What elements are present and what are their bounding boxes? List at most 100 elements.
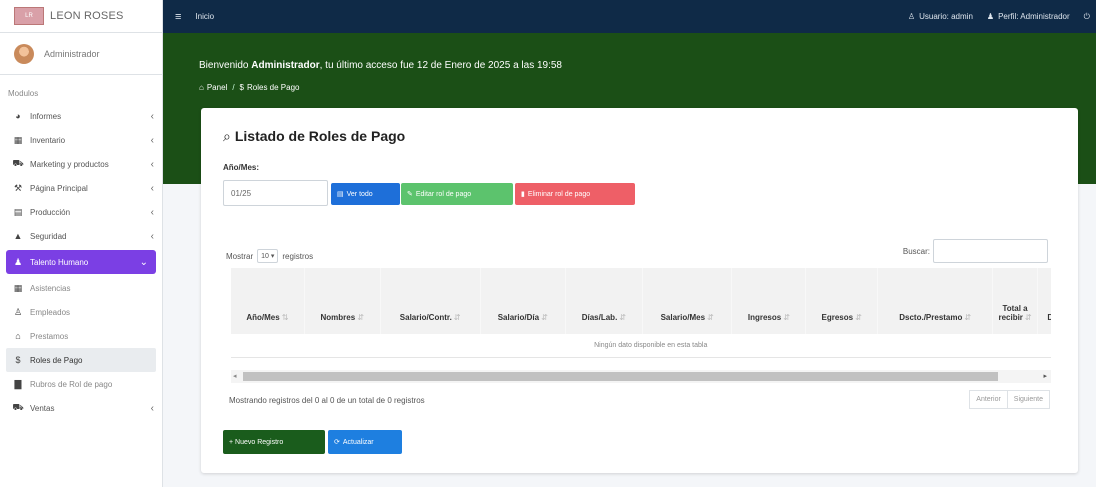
lock-icon: ▲: [13, 231, 23, 241]
page-length-value: 10: [261, 252, 269, 260]
table-header-row: Año/Mes ⇅ Nombres ⇵ Salario/Contr. ⇵ Salario/D…: [231, 268, 1051, 334]
sidebar-item-asistencias[interactable]: ▦ Asistencias: [0, 276, 162, 300]
sidebar-item-empleados[interactable]: ♙ Empleados: [0, 300, 162, 324]
sidebar-item-label: Talento Humano: [30, 257, 89, 267]
sidebar-item-producci-n[interactable]: ▤ Producción ‹: [0, 200, 162, 224]
breadcrumb-home[interactable]: Panel: [207, 83, 227, 92]
scroll-thumb[interactable]: [243, 372, 998, 381]
home-icon: ⌂: [199, 83, 204, 92]
brand[interactable]: LR LEON ROSES: [0, 0, 162, 33]
grid-icon: ▦: [13, 282, 23, 293]
welcome-message: Bienvenido Administrador, tu último acce…: [199, 60, 562, 71]
column-header-label: Det: [1047, 313, 1051, 322]
users-icon: ♟: [986, 12, 995, 21]
breadcrumb: ⌂ Panel / $ Roles de Pago: [199, 83, 299, 92]
column-header-label: Salario/Día: [497, 313, 540, 322]
horizontal-scrollbar[interactable]: ◂ ▸: [231, 370, 1051, 383]
sidebar-item-roles-de-pago[interactable]: $ Roles de Pago: [6, 348, 156, 372]
sidebar-item-rubros-de-rol-de-pago[interactable]: ▇ Rubros de Rol de pago: [0, 372, 162, 396]
column-header-label: Salario/Contr.: [399, 313, 452, 322]
table-info: Mostrando registros del 0 al 0 de un tot…: [229, 396, 425, 405]
column-header[interactable]: Nombres ⇵: [304, 268, 381, 334]
brand-logo: LR: [14, 7, 44, 25]
column-header[interactable]: Dscto./Prestamo ⇵: [877, 268, 994, 334]
refresh-button[interactable]: ⟳ Actualizar: [328, 430, 402, 454]
profile-link-label: Perfil: Administrador: [998, 12, 1070, 21]
user-icon: ♙: [907, 12, 916, 21]
sidebar-item-label: Roles de Pago: [30, 355, 83, 365]
sidebar: LR LEON ROSES Administrador Modulos ◕ Inf…: [0, 0, 163, 487]
length-control: Mostrar 10 ▾ registros: [226, 249, 313, 263]
sidebar-item-talento-humano[interactable]: ♟ Talento Humano ⌄: [6, 250, 156, 274]
refresh-icon: ⟳: [334, 439, 340, 446]
column-header-label: Total a recibir: [998, 304, 1028, 322]
topbar: ≡ Inicio ♙ Usuario: admin ♟ Perfil: Admini…: [163, 0, 1096, 33]
new-record-button[interactable]: + Nuevo Registro: [223, 430, 325, 454]
column-header[interactable]: Salario/Día ⇵: [480, 268, 566, 334]
sidebar-item-label: Prestamos: [30, 331, 69, 341]
chart-icon: ◕: [15, 111, 21, 121]
cart-icon: ⛟: [12, 158, 24, 168]
delete-payroll-button[interactable]: ▮ Eliminar rol de pago: [515, 183, 635, 205]
breadcrumb-separator: /: [232, 83, 235, 92]
column-header-label: Días/Lab.: [581, 313, 618, 322]
sidebar-item-seguridad[interactable]: ▲ Seguridad ‹: [0, 224, 162, 248]
user-name: Administrador: [44, 48, 100, 59]
chevron-icon: ‹: [150, 110, 154, 122]
sitemap-icon: ⚒: [13, 182, 23, 193]
page-title-text: Listado de Roles de Pago: [234, 128, 406, 144]
user-link-label: Usuario: admin: [919, 12, 973, 21]
edit-payroll-label: Editar rol de pago: [415, 190, 472, 198]
refresh-label: Actualizar: [342, 438, 374, 446]
column-header[interactable]: Det: [1037, 268, 1051, 334]
prev-page-button[interactable]: Anterior: [969, 390, 1008, 409]
scroll-right-icon[interactable]: ▸: [1043, 372, 1047, 380]
sidebar-item-marketing-y-productos[interactable]: ⛟ Marketing y productos ‹: [0, 152, 162, 176]
sort-icon: ⇵: [453, 313, 461, 322]
sort-icon: ⇵: [707, 313, 714, 322]
sidebar-item-label: Seguridad: [30, 231, 67, 241]
sidebar-item-prestamos[interactable]: ⌂ Prestamos: [0, 324, 162, 348]
column-header-label: Nombres: [320, 313, 356, 322]
table-search: Buscar:: [903, 239, 1048, 263]
chevron-icon: ‹: [150, 230, 154, 242]
sidebar-item-inventario[interactable]: ▦ Inventario ‹: [0, 128, 162, 152]
month-label: Año/Mes:: [223, 163, 259, 172]
delete-payroll-label: Eliminar rol de pago: [527, 190, 591, 198]
user-link[interactable]: ♙ Usuario: admin: [908, 12, 973, 21]
column-header[interactable]: Total a recibir ⇵: [992, 268, 1038, 334]
next-page-button[interactable]: Siguiente: [1007, 390, 1050, 409]
pagination: Anterior Siguiente: [969, 390, 1050, 409]
sidebar-item-p-gina-principal[interactable]: ⚒ Página Principal ‹: [0, 176, 162, 200]
menu-link[interactable]: Inicio: [195, 12, 214, 21]
power-icon[interactable]: ⏻: [1084, 12, 1090, 22]
column-header[interactable]: Ingresos ⇵: [731, 268, 807, 334]
chevron-icon: ⌄: [139, 256, 148, 268]
chevron-icon: ‹: [150, 158, 154, 170]
table-container: Año/Mes ⇅ Nombres ⇵ Salario/Contr. ⇵ Salario/D…: [231, 268, 1051, 358]
person-icon: ♙: [13, 306, 23, 317]
column-header[interactable]: Egresos ⇵: [805, 268, 878, 334]
view-all-button[interactable]: ▤ Ver todo: [331, 183, 400, 205]
sidebar-item-label: Informes: [30, 111, 62, 121]
sidebar-item-label: Ventas: [30, 403, 55, 413]
edit-payroll-button[interactable]: ✎ Editar rol de pago: [401, 183, 513, 205]
sidebar-item-informes[interactable]: ◕ Informes ‹: [0, 104, 162, 128]
scroll-left-icon[interactable]: ◂: [233, 372, 237, 380]
column-header[interactable]: Año/Mes ⇅: [231, 268, 305, 334]
breadcrumb-current: Roles de Pago: [247, 83, 300, 92]
user-panel[interactable]: Administrador: [0, 33, 162, 75]
search-input[interactable]: [933, 239, 1048, 263]
sidebar-item-ventas[interactable]: ⛟ Ventas ‹: [0, 396, 162, 420]
chevron-icon: ‹: [150, 182, 154, 194]
column-header[interactable]: Salario/Contr. ⇵: [380, 268, 481, 334]
trash-icon: ▮: [521, 191, 525, 198]
column-header[interactable]: Salario/Mes ⇵: [642, 268, 733, 334]
show-suffix: registros: [282, 251, 314, 261]
file-icon: ▇: [14, 378, 22, 389]
page-length-select[interactable]: 10 ▾: [257, 249, 279, 263]
profile-link[interactable]: ♟ Perfil: Administrador: [987, 12, 1070, 21]
hamburger-icon[interactable]: ≡: [175, 11, 181, 23]
month-input[interactable]: 01/25: [223, 180, 328, 206]
column-header[interactable]: Días/Lab. ⇵: [565, 268, 643, 334]
